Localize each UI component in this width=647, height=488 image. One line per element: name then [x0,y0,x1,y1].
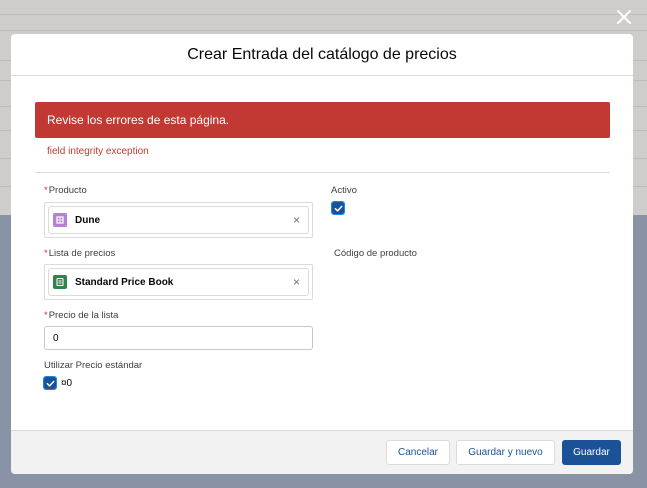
pricebook-value: Standard Price Book [75,276,174,288]
use-standard-price-checkbox[interactable] [43,376,57,390]
background-divider [0,14,647,15]
active-label: Activo [331,185,357,196]
checkmark-icon [334,205,342,212]
required-marker: * [44,248,48,259]
product-icon [53,213,67,227]
pricebook-icon [53,275,67,289]
checkmark-icon [46,380,54,387]
modal-dialog: Crear Entrada del catálogo de precios Re… [11,34,633,474]
product-value: Dune [75,214,100,226]
product-pill[interactable]: Dune × [48,206,309,234]
modal-footer: Cancelar Guardar y nuevo Guardar [11,430,633,474]
product-code-label: Código de producto [334,248,417,259]
pricebook-label-text: Lista de precios [48,248,116,259]
pricebook-pill[interactable]: Standard Price Book × [48,268,309,296]
error-detail: field integrity exception [47,146,149,157]
modal-header: Crear Entrada del catálogo de precios [11,34,633,76]
close-icon[interactable] [613,6,635,28]
required-marker: * [44,310,48,321]
required-marker: * [44,185,48,196]
background-divider [0,30,647,31]
list-price-label-text: Precio de la lista [48,310,119,321]
cancel-button[interactable]: Cancelar [386,440,450,465]
section-divider [35,172,610,173]
error-banner-text: Revise los errores de esta página. [47,113,230,127]
list-price-input[interactable] [44,326,313,350]
save-and-new-button[interactable]: Guardar y nuevo [456,440,555,465]
list-price-label: *Precio de la lista [44,310,118,321]
standard-price-value: ¤0 [61,378,73,389]
remove-product-icon[interactable]: × [293,213,300,227]
active-checkbox[interactable] [331,201,345,215]
product-lookup[interactable]: Dune × [44,202,313,238]
product-label: *Producto [44,185,87,196]
pricebook-label: *Lista de precios [44,248,115,259]
modal-title: Crear Entrada del catálogo de precios [187,45,457,63]
error-banner: Revise los errores de esta página. [35,102,610,138]
pricebook-lookup[interactable]: Standard Price Book × [44,264,313,300]
save-button[interactable]: Guardar [562,440,621,465]
product-label-text: Producto [48,185,87,196]
remove-pricebook-icon[interactable]: × [293,275,300,289]
use-standard-price-label: Utilizar Precio estándar [44,360,143,371]
